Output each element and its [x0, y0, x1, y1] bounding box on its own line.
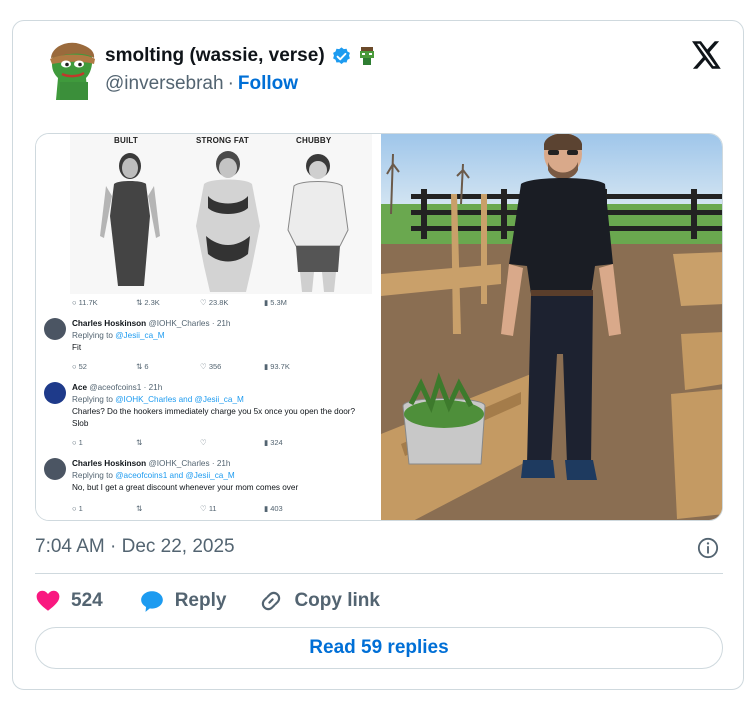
screenshot-stats-reply-2: ○ 1 ⇅ ♡ ▮ 324	[72, 438, 283, 447]
avatar	[44, 382, 66, 404]
reply-button[interactable]: Reply	[139, 588, 227, 614]
tweet-actions: 524 Reply Copy link	[35, 587, 380, 615]
label-strong-fat: STRONG FAT	[196, 136, 249, 145]
follow-button[interactable]: Follow	[238, 73, 298, 95]
avatar	[44, 318, 66, 340]
media-gallery[interactable]: BUILT STRONG FAT CHUBBY ○ 11.7K ⇅ 2.3K ♡…	[35, 133, 723, 521]
separator-dot: ·	[227, 73, 234, 94]
footer-divider	[35, 573, 723, 574]
verified-badge-icon	[332, 46, 350, 64]
x-logo-icon[interactable]	[692, 41, 722, 69]
author-display-name[interactable]: smolting (wassie, verse)	[105, 45, 325, 67]
screenshot-stats-top: ○ 11.7K ⇅ 2.3K ♡ 23.8K ▮ 5.3M	[72, 298, 287, 307]
heart-icon	[36, 590, 60, 611]
media-image-photo[interactable]	[381, 134, 722, 520]
avatar	[44, 458, 66, 480]
like-button[interactable]: 524	[35, 588, 103, 614]
tweet-card: smolting (wassie, verse) @inversebrah · …	[12, 20, 744, 690]
label-chubby: CHUBBY	[296, 136, 332, 145]
reply-bubble-icon	[140, 591, 163, 612]
tweet-timestamp[interactable]: 7:04 AM · Dec 22, 2025	[35, 536, 235, 558]
copy-link-label: Copy link	[294, 590, 380, 611]
body-figures-drawing	[100, 151, 349, 292]
screenshot-stats-reply-1: ○ 52 ⇅ 6 ♡ 356 ▮ 93.7K	[72, 362, 290, 371]
link-icon	[262, 591, 281, 611]
author-avatar[interactable]	[48, 42, 98, 102]
body-types-illustration: BUILT STRONG FAT CHUBBY	[70, 134, 372, 294]
info-icon[interactable]	[697, 537, 719, 559]
media-image-screenshot[interactable]: BUILT STRONG FAT CHUBBY ○ 11.7K ⇅ 2.3K ♡…	[36, 134, 381, 520]
author-handle[interactable]: @inversebrah	[105, 73, 224, 95]
pepe-emoji-icon	[359, 47, 374, 65]
like-count: 524	[71, 590, 103, 611]
label-built: BUILT	[114, 136, 138, 145]
reply-label: Reply	[174, 590, 227, 611]
screenshot-stats-reply-3: ○ 1 ⇅ ♡ 11 ▮ 403	[72, 504, 283, 513]
read-replies-button[interactable]: Read 59 replies	[35, 627, 723, 669]
copy-link-button[interactable]: Copy link	[258, 588, 380, 614]
garden-photo	[381, 134, 722, 520]
